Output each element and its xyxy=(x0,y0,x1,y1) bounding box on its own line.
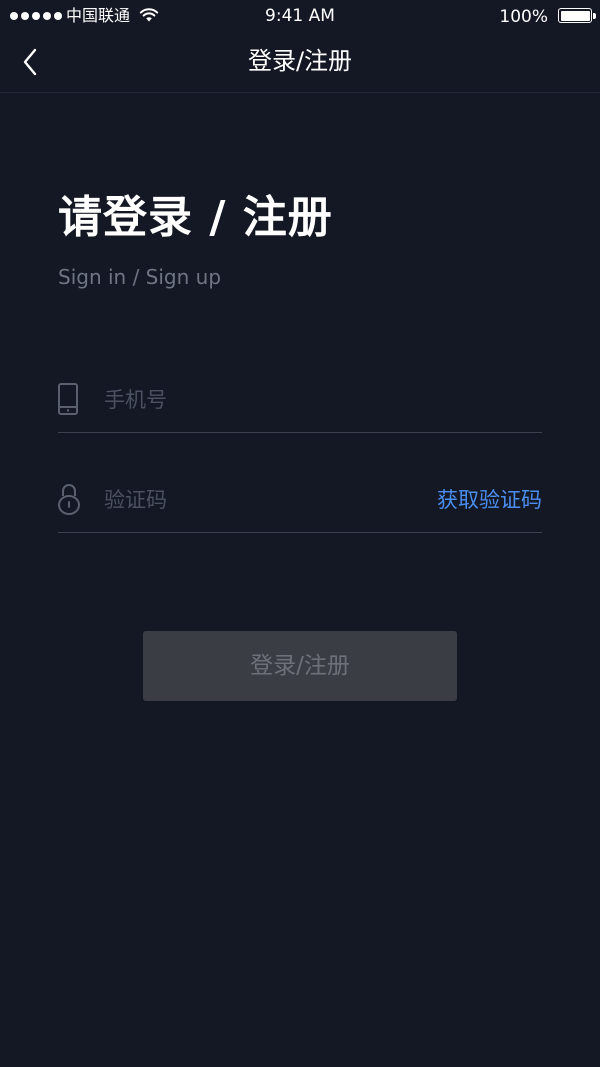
code-input[interactable] xyxy=(104,482,404,518)
login-screen: 中国联通 9:41 AM 100% 登录/注册 请登录 / 注册 Sign in… xyxy=(0,0,600,1067)
phone-icon xyxy=(58,383,78,415)
phone-field xyxy=(58,370,542,433)
code-field: 获取验证码 xyxy=(58,470,542,533)
battery-icon xyxy=(558,8,592,23)
nav-title: 登录/注册 xyxy=(247,47,353,75)
page-title: 请登录 / 注册 xyxy=(58,192,333,243)
lock-icon xyxy=(58,484,80,515)
status-bar: 中国联通 9:41 AM 100% xyxy=(0,0,600,34)
battery-percentage: 100% xyxy=(499,7,548,27)
battery-cap xyxy=(593,13,596,19)
phone-input[interactable] xyxy=(104,382,404,418)
page-subtitle: Sign in / Sign up xyxy=(58,265,222,289)
login-register-button[interactable]: 登录/注册 xyxy=(143,631,457,701)
get-code-button[interactable]: 获取验证码 xyxy=(437,484,542,516)
nav-bar: 登录/注册 xyxy=(0,34,600,93)
